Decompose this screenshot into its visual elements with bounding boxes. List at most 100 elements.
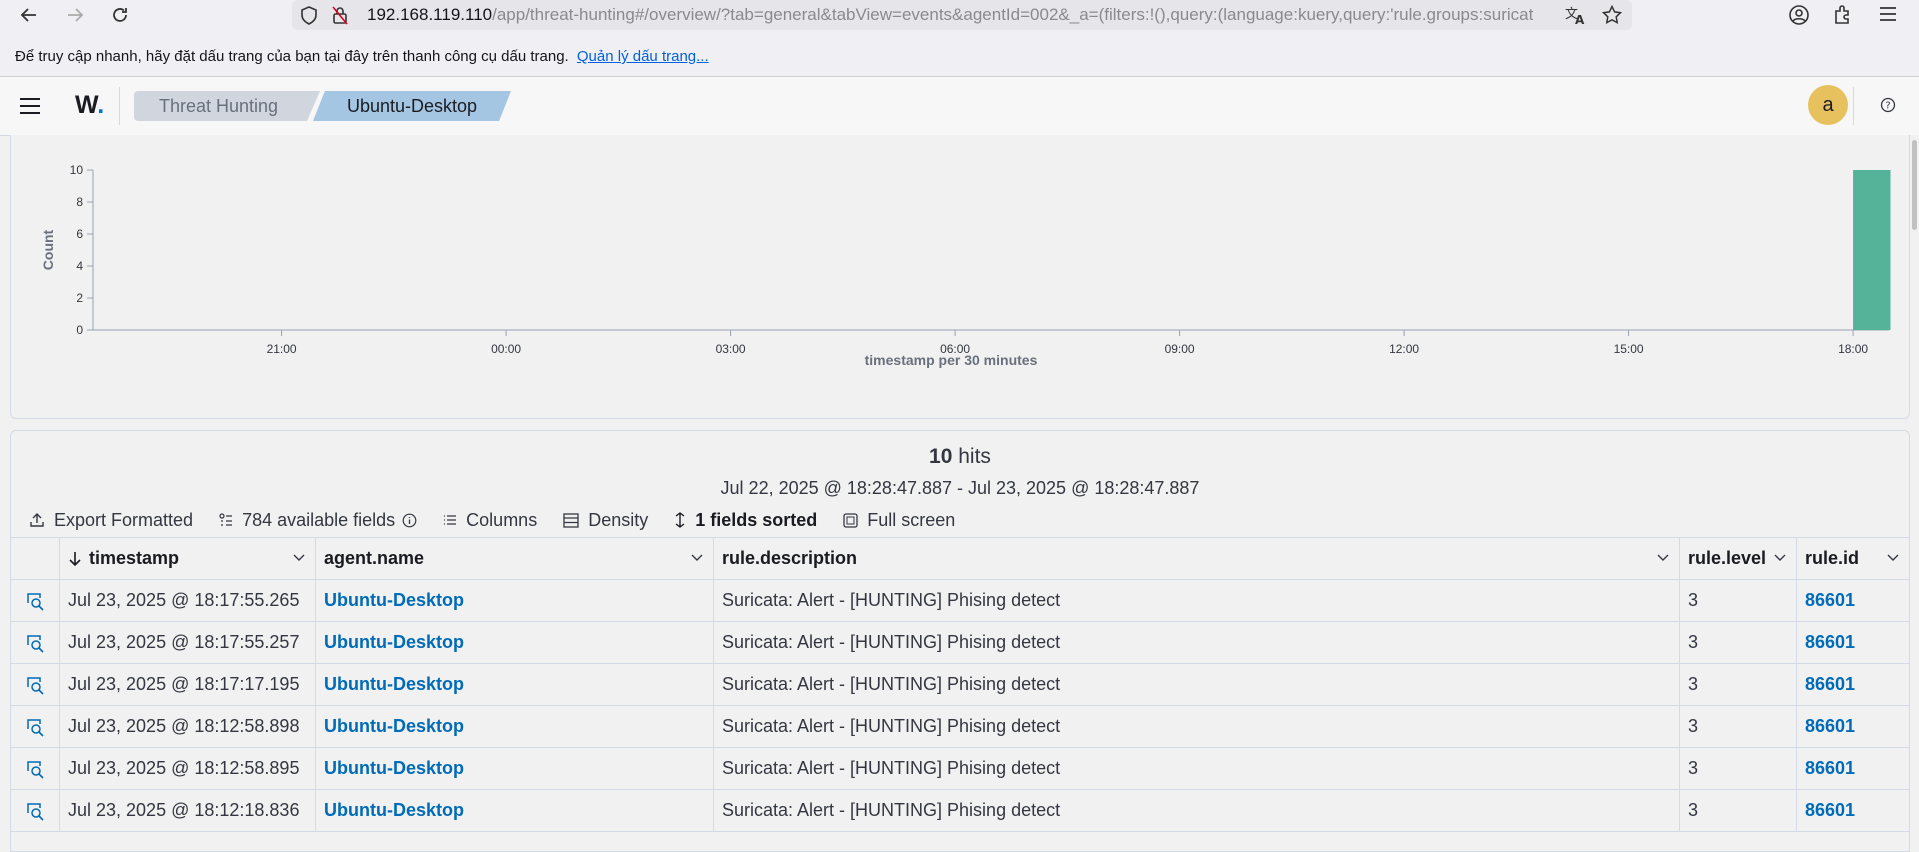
cell-rule-id-link[interactable]: 86601	[1797, 622, 1909, 663]
chevron-down-icon[interactable]	[1887, 553, 1899, 563]
table-toolbar: Export Formatted 784 available fields Co…	[29, 507, 981, 533]
column-header-label: timestamp	[89, 548, 180, 568]
chevron-down-icon[interactable]	[691, 553, 703, 563]
hits-label: hits	[958, 445, 991, 468]
cell-agent-name-link[interactable]: Ubuntu-Desktop	[316, 748, 714, 789]
reload-icon[interactable]	[107, 2, 133, 28]
full-screen-button[interactable]: Full screen	[843, 510, 955, 531]
translate-icon[interactable]: 文A	[1565, 5, 1587, 25]
cell-agent-name-link[interactable]: Ubuntu-Desktop	[316, 580, 714, 621]
cell-agent-name-link[interactable]: Ubuntu-Desktop	[316, 664, 714, 705]
breadcrumb-threat-hunting[interactable]: Threat Hunting	[134, 91, 320, 121]
header-control-cell	[11, 538, 60, 579]
y-tick-label: 0	[76, 323, 83, 337]
x-axis-title: timestamp per 30 minutes	[865, 352, 1038, 368]
column-header-timestamp[interactable]: timestamp	[60, 538, 316, 579]
header-divider	[119, 87, 120, 125]
chevron-down-icon[interactable]	[1774, 553, 1786, 563]
cell-rule-level: 3	[1680, 580, 1797, 621]
y-tick-label: 2	[76, 291, 83, 305]
chevron-down-icon[interactable]	[293, 553, 305, 563]
inspect-document-icon[interactable]	[11, 706, 60, 747]
app-logo[interactable]: W.	[75, 91, 104, 120]
cell-rule-id-link[interactable]: 86601	[1797, 706, 1909, 747]
cell-rule-level: 3	[1680, 706, 1797, 747]
column-header-agent-name[interactable]: agent.name	[316, 538, 714, 579]
sort-desc-arrow-icon[interactable]	[68, 551, 82, 567]
x-tick-label: 21:00	[267, 342, 297, 356]
density-button[interactable]: Density	[563, 510, 648, 531]
cell-timestamp: Jul 23, 2025 @ 18:12:18.836	[60, 790, 316, 831]
bookmarks-bar: Để truy cập nhanh, hãy đặt dấu trang của…	[0, 30, 1919, 77]
y-tick-label: 4	[76, 259, 83, 273]
hamburger-menu-icon[interactable]	[12, 91, 48, 121]
scrollbar-thumb[interactable]	[1912, 140, 1917, 230]
table-body: Jul 23, 2025 @ 18:17:55.265 Ubuntu-Deskto…	[11, 580, 1909, 832]
inspect-document-icon[interactable]	[11, 748, 60, 789]
page-scrollbar[interactable]	[1910, 135, 1919, 837]
help-icon[interactable]: ?	[1880, 97, 1896, 113]
app-header: W. Threat Hunting Ubuntu-Desktop a ?	[0, 77, 1919, 136]
extensions-icon[interactable]	[1832, 4, 1854, 26]
cell-agent-name-link[interactable]: Ubuntu-Desktop	[316, 622, 714, 663]
cell-rule-level: 3	[1680, 748, 1797, 789]
breadcrumb-agent[interactable]: Ubuntu-Desktop	[313, 91, 511, 121]
x-tick-label: 09:00	[1165, 342, 1195, 356]
cell-timestamp: Jul 23, 2025 @ 18:17:55.265	[60, 580, 316, 621]
cell-rule-id-link[interactable]: 86601	[1797, 748, 1909, 789]
avatar[interactable]: a	[1808, 85, 1848, 125]
y-axis-title: Count	[40, 229, 56, 270]
url-host: 192.168.119.110	[367, 5, 493, 24]
fields-icon	[219, 512, 233, 528]
results-panel: 10 hits Jul 22, 2025 @ 18:28:47.887 - Ju…	[10, 430, 1910, 852]
account-icon[interactable]	[1788, 4, 1810, 26]
table-row: Jul 23, 2025 @ 18:12:58.895 Ubuntu-Deskto…	[11, 748, 1909, 790]
column-header-rule-level[interactable]: rule.level	[1680, 538, 1797, 579]
url-text[interactable]: 192.168.119.110/app/threat-hunting#/over…	[367, 0, 1557, 30]
fields-sorted-label: 1 fields sorted	[695, 509, 818, 530]
shield-icon[interactable]	[300, 6, 318, 25]
cell-rule-id-link[interactable]: 86601	[1797, 790, 1909, 831]
column-header-label: rule.level	[1688, 548, 1767, 568]
columns-button[interactable]: Columns	[443, 510, 537, 531]
cell-agent-name-link[interactable]: Ubuntu-Desktop	[316, 706, 714, 747]
cell-timestamp: Jul 23, 2025 @ 18:12:58.898	[60, 706, 316, 747]
menu-icon[interactable]	[1878, 5, 1898, 23]
cell-rule-id-link[interactable]: 86601	[1797, 580, 1909, 621]
column-header-rule-id[interactable]: rule.id	[1797, 538, 1909, 579]
inspect-document-icon[interactable]	[11, 664, 60, 705]
back-arrow-icon[interactable]	[16, 2, 42, 28]
bookmark-hint: Để truy cập nhanh, hãy đặt dấu trang của…	[15, 48, 709, 65]
inspect-document-icon[interactable]	[11, 790, 60, 831]
cell-timestamp: Jul 23, 2025 @ 18:12:58.895	[60, 748, 316, 789]
column-header-rule-description[interactable]: rule.description	[714, 538, 1680, 579]
manage-bookmarks-link[interactable]: Quản lý dấu trang...	[577, 48, 709, 65]
export-icon	[29, 512, 45, 528]
inspect-document-icon[interactable]	[11, 622, 60, 663]
histogram-panel: 0 2 4 6 8 10 21:00 00:00 03:00 06:00 09:00 12:00 15:…	[10, 135, 1910, 419]
address-bar[interactable]: 192.168.119.110/app/threat-hunting#/over…	[292, 0, 1632, 30]
svg-text:A: A	[1575, 13, 1585, 25]
column-header-label: agent.name	[324, 548, 425, 568]
x-tick-label: 00:00	[491, 342, 521, 356]
svg-text:?: ?	[1885, 101, 1890, 112]
fields-sorted-button[interactable]: 1 fields sorted	[674, 510, 817, 531]
cell-rule-description: Suricata: Alert - [HUNTING] Phising dete…	[714, 580, 1680, 621]
x-tick-label: 12:00	[1389, 342, 1419, 356]
available-fields-button[interactable]: 784 available fields	[219, 510, 417, 531]
cell-rule-description: Suricata: Alert - [HUNTING] Phising dete…	[714, 706, 1680, 747]
date-range: Jul 22, 2025 @ 18:28:47.887 - Jul 23, 20…	[720, 478, 1200, 498]
bookmark-star-icon[interactable]	[1602, 5, 1622, 25]
inspect-document-icon[interactable]	[11, 580, 60, 621]
lock-icon[interactable]	[332, 6, 348, 25]
cell-rule-description: Suricata: Alert - [HUNTING] Phising dete…	[714, 622, 1680, 663]
cell-rule-id-link[interactable]: 86601	[1797, 664, 1909, 705]
info-icon[interactable]	[402, 513, 417, 528]
cell-agent-name-link[interactable]: Ubuntu-Desktop	[316, 790, 714, 831]
events-table: timestamp agent.name rule.description ru…	[11, 537, 1909, 832]
export-formatted-button[interactable]: Export Formatted	[29, 510, 193, 531]
browser-toolbar: 192.168.119.110/app/threat-hunting#/over…	[0, 0, 1919, 30]
chevron-down-icon[interactable]	[1657, 553, 1669, 563]
columns-label: Columns	[466, 509, 538, 530]
forward-arrow-icon[interactable]	[62, 2, 88, 28]
